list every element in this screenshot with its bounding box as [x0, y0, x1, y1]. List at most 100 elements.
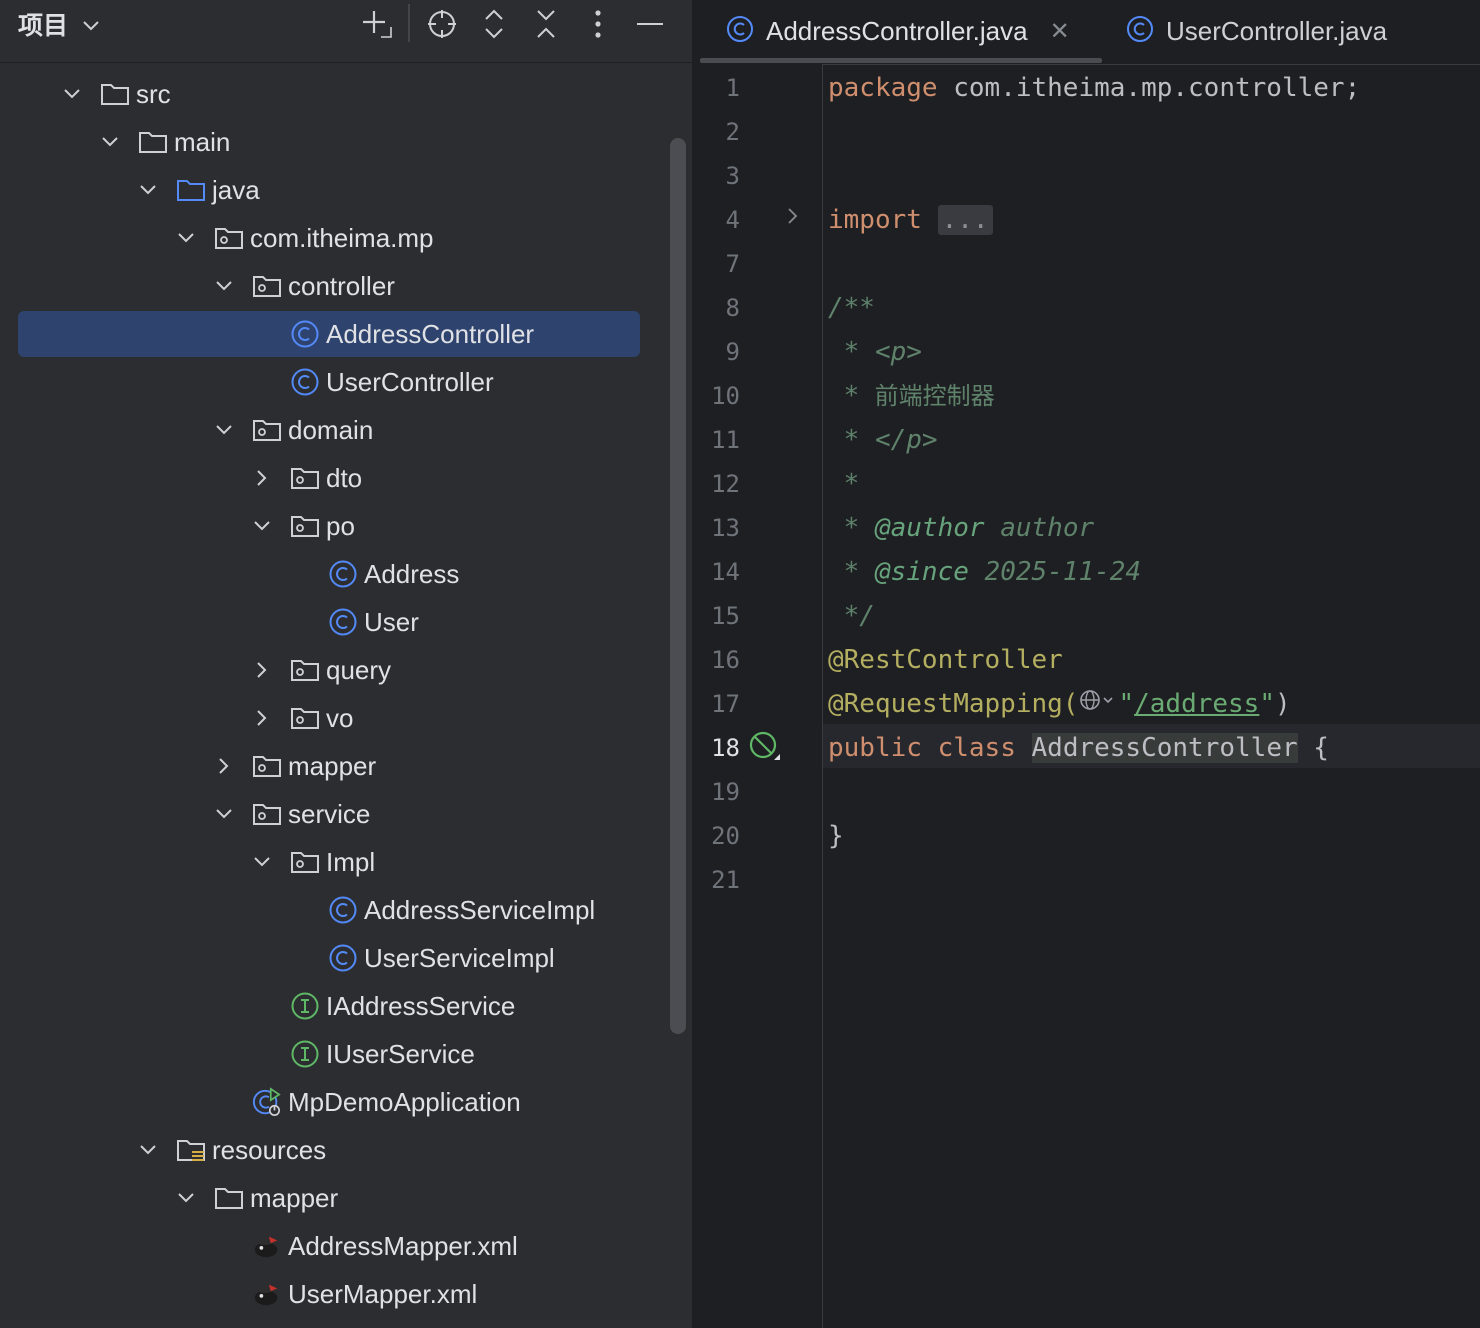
tree-item-domain[interactable]: domain	[0, 406, 660, 454]
tree-item-label: UserController	[326, 367, 494, 397]
chevron-down-icon[interactable]	[174, 1186, 198, 1210]
tree-item-src[interactable]: src	[0, 70, 660, 118]
tree-item-address[interactable]: Address	[0, 550, 660, 598]
chevron-right-icon[interactable]	[212, 754, 236, 778]
string-quote: "	[1118, 689, 1135, 719]
project-panel-header: 项目	[0, 0, 692, 63]
chevron-down-icon[interactable]	[250, 850, 274, 874]
code-line-4: import ...	[828, 198, 993, 242]
tree-item-service[interactable]: service	[0, 790, 660, 838]
interface-icon	[290, 1040, 320, 1068]
chevron-down-icon[interactable]	[136, 178, 160, 202]
project-scrollbar[interactable]	[670, 138, 686, 1034]
tree-item-usercontroller[interactable]: UserController	[0, 358, 660, 406]
tree-item-addresscontroller[interactable]: AddressController	[0, 310, 660, 358]
tree-item-user[interactable]: User	[0, 598, 660, 646]
tree-item-label: controller	[288, 271, 395, 301]
tree-item-controller[interactable]: controller	[0, 262, 660, 310]
globe-icon[interactable]	[1078, 683, 1118, 727]
tree-item-mpdemoapplication[interactable]: MpDemoApplication	[0, 1078, 660, 1126]
tree-item-label: UserServiceImpl	[364, 943, 555, 973]
more-options-icon[interactable]	[578, 4, 618, 44]
tree-item-addressserviceimpl[interactable]: AddressServiceImpl	[0, 886, 660, 934]
tab-label: UserController.java	[1166, 15, 1388, 46]
line-gutter: 1 2 3 4 7 8 9 10 11 12 13 14 15 16 17 18 19 20 21	[692, 64, 822, 1328]
chevron-right-icon[interactable]	[250, 706, 274, 730]
folder-icon	[138, 128, 168, 156]
code-line-1: package com.itheima.mp.controller;	[828, 66, 1360, 110]
tree-item-vo[interactable]: vo	[0, 694, 660, 742]
tree-item-label: Address	[364, 559, 460, 589]
project-view-selector[interactable]: 项目	[18, 7, 100, 41]
keyword: package	[828, 73, 938, 103]
doc-tag: @author	[874, 513, 985, 543]
tree-item-label: domain	[288, 415, 374, 445]
spring-bean-icon[interactable]	[748, 730, 782, 769]
tree-item-label: src	[136, 79, 171, 109]
class-name[interactable]: AddressController	[1031, 733, 1298, 763]
class-icon	[290, 320, 320, 348]
chevron-right-icon[interactable]	[250, 466, 274, 490]
editor-panel: AddressController.java ✕ UserController.…	[692, 0, 1480, 1328]
tree-item-iaddressservice[interactable]: IAddressService	[0, 982, 660, 1030]
package-name: com.itheima.mp.controller;	[937, 73, 1361, 103]
code-line-10: * 前端控制器	[828, 374, 995, 418]
annotation: @RequestMapping(	[828, 689, 1079, 719]
line-number: 17	[711, 690, 740, 718]
line-number: 1	[725, 74, 740, 102]
tree-item-usermapper-xml[interactable]: UserMapper.xml	[0, 1270, 660, 1318]
request-path-link[interactable]: /address	[1134, 689, 1259, 719]
tab-label: AddressController.java	[766, 15, 1028, 46]
doc-tag: @since	[874, 557, 969, 587]
tree-item-userserviceimpl[interactable]: UserServiceImpl	[0, 934, 660, 982]
package-icon	[252, 416, 282, 444]
chevron-down-icon[interactable]	[60, 82, 84, 106]
collapse-all-icon[interactable]	[526, 4, 566, 44]
paren: )	[1275, 689, 1291, 719]
tree-item-mapper[interactable]: mapper	[0, 1174, 660, 1222]
toolbar-separator	[408, 4, 410, 42]
tree-item-label: po	[326, 511, 355, 541]
package-icon	[252, 800, 282, 828]
tree-item-label: mapper	[288, 751, 377, 781]
chevron-down-icon[interactable]	[98, 130, 122, 154]
chevron-down-icon[interactable]	[212, 418, 236, 442]
tree-item-query[interactable]: query	[0, 646, 660, 694]
chevron-down-icon[interactable]	[212, 274, 236, 298]
mybatis-xml-icon	[252, 1232, 282, 1260]
tree-item-java[interactable]: java	[0, 166, 660, 214]
tree-item-resources[interactable]: resources	[0, 1126, 660, 1174]
tree-item-iuserservice[interactable]: IUserService	[0, 1030, 660, 1078]
tree-item-addressmapper-xml[interactable]: AddressMapper.xml	[0, 1222, 660, 1270]
chevron-down-icon[interactable]	[174, 226, 198, 250]
locate-icon[interactable]	[422, 4, 462, 44]
chevron-right-icon[interactable]	[250, 658, 274, 682]
chevron-down-icon[interactable]	[212, 802, 236, 826]
tree-item-label: vo	[326, 703, 354, 733]
fold-chevron-icon[interactable]	[786, 206, 800, 231]
brace: {	[1297, 733, 1329, 763]
close-icon[interactable]: ✕	[1050, 17, 1070, 46]
tree-item-com-itheima-mp[interactable]: com.itheima.mp	[0, 214, 660, 262]
tree-item-po[interactable]: po	[0, 502, 660, 550]
tree-item-main[interactable]: main	[0, 118, 660, 166]
tab-usercontroller[interactable]: UserController.java	[1126, 0, 1387, 62]
add-icon[interactable]	[356, 4, 396, 44]
class-icon	[328, 608, 358, 636]
chevron-down-icon[interactable]	[250, 514, 274, 538]
code-line-11: * </p>	[828, 425, 938, 455]
folded-imports[interactable]: ...	[937, 205, 993, 235]
hide-panel-icon[interactable]	[630, 4, 670, 44]
expand-all-icon[interactable]	[474, 4, 514, 44]
line-number: 4	[725, 206, 740, 234]
gutter-divider	[822, 64, 823, 1328]
tree-item-label: main	[174, 127, 231, 157]
chevron-down-icon[interactable]	[136, 1138, 160, 1162]
tree-item-impl[interactable]: Impl	[0, 838, 660, 886]
line-number: 15	[711, 602, 740, 630]
tab-addresscontroller[interactable]: AddressController.java ✕	[726, 0, 1070, 62]
tree-item-dto[interactable]: dto	[0, 454, 660, 502]
tree-item-mapper[interactable]: mapper	[0, 742, 660, 790]
line-number: 20	[711, 822, 740, 850]
code-line-13: * @author author	[828, 513, 1095, 543]
